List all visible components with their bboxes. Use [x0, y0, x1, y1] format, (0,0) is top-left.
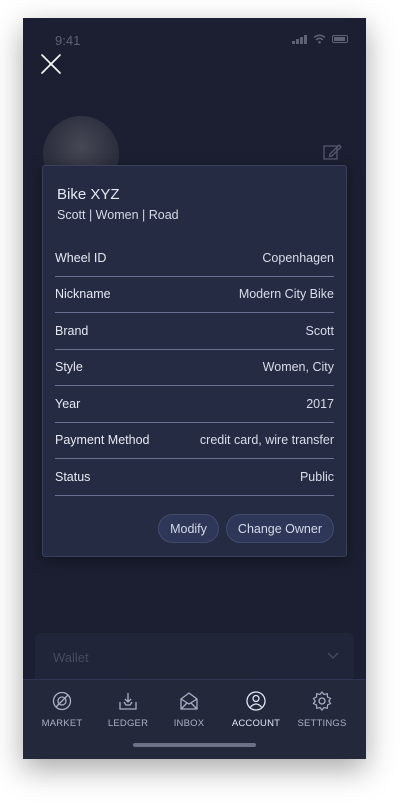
tab-label: SETTINGS	[297, 718, 347, 729]
tab-label: MARKET	[41, 718, 83, 729]
status-time: 9:41	[55, 33, 81, 48]
detail-value: credit card, wire transfer	[199, 433, 334, 448]
change-owner-button[interactable]: Change Owner	[225, 514, 334, 543]
detail-label: Nickname	[55, 287, 111, 302]
battery-icon	[332, 35, 348, 43]
detail-row-wheel-id: Wheel ID Copenhagen	[55, 240, 334, 277]
tab-market[interactable]: MARKET	[32, 690, 92, 729]
tab-account[interactable]: ACCOUNT	[226, 690, 286, 729]
tab-label: ACCOUNT	[231, 718, 281, 729]
modify-button[interactable]: Modify	[158, 514, 219, 543]
detail-value: Copenhagen	[262, 250, 334, 265]
detail-row-nickname: Nickname Modern City Bike	[55, 277, 334, 313]
tab-bar: MARKET LEDGER INBOX ACCOUNT SETTINGS	[23, 679, 366, 759]
edit-icon[interactable]	[322, 142, 342, 162]
close-icon	[41, 54, 61, 74]
detail-label: Wheel ID	[55, 250, 107, 265]
status-bar: 9:41	[23, 18, 366, 58]
card-actions: Modify Change Owner	[158, 514, 334, 543]
detail-value: Modern City Bike	[238, 287, 334, 302]
detail-value: Women, City	[262, 360, 334, 375]
signal-icon	[292, 34, 307, 44]
detail-label: Year	[55, 396, 81, 411]
wallet-label: Wallet	[53, 650, 89, 665]
bike-title: Bike XYZ	[57, 186, 120, 203]
detail-label: Brand	[55, 323, 89, 338]
settings-icon	[312, 691, 332, 711]
tab-label: INBOX	[173, 718, 205, 729]
wifi-icon	[313, 34, 326, 44]
close-button[interactable]	[39, 52, 63, 76]
home-indicator	[133, 743, 256, 747]
detail-row-year: Year 2017	[55, 386, 334, 423]
tab-label: LEDGER	[107, 718, 149, 729]
detail-row-style: Style Women, City	[55, 350, 334, 386]
tab-inbox[interactable]: INBOX	[159, 690, 219, 729]
detail-value: Scott	[305, 323, 335, 338]
detail-label: Status	[55, 469, 91, 484]
bike-details-card: Bike XYZ Scott | Women | Road Wheel ID C…	[42, 165, 347, 557]
detail-value: 2017	[306, 396, 334, 411]
status-icons	[292, 34, 348, 44]
ledger-icon	[119, 693, 137, 710]
detail-row-payment-method: Payment Method credit card, wire transfe…	[55, 423, 334, 459]
account-icon	[246, 691, 266, 711]
market-icon	[52, 691, 72, 711]
tab-ledger[interactable]: LEDGER	[98, 690, 158, 729]
bike-subtitle: Scott | Women | Road	[57, 208, 179, 222]
chevron-down-icon	[327, 652, 339, 659]
inbox-icon	[180, 692, 198, 710]
detail-label: Style	[55, 360, 83, 375]
detail-row-brand: Brand Scott	[55, 313, 334, 350]
detail-list: Wheel ID Copenhagen Nickname Modern City…	[55, 240, 334, 496]
detail-label: Payment Method	[55, 433, 150, 448]
tab-settings[interactable]: SETTINGS	[292, 690, 352, 729]
phone-screen: 9:41 Bike XYZ Scott | Women | Road Wheel…	[23, 18, 366, 759]
detail-row-status: Status Public	[55, 459, 334, 496]
detail-value: Public	[299, 469, 334, 484]
